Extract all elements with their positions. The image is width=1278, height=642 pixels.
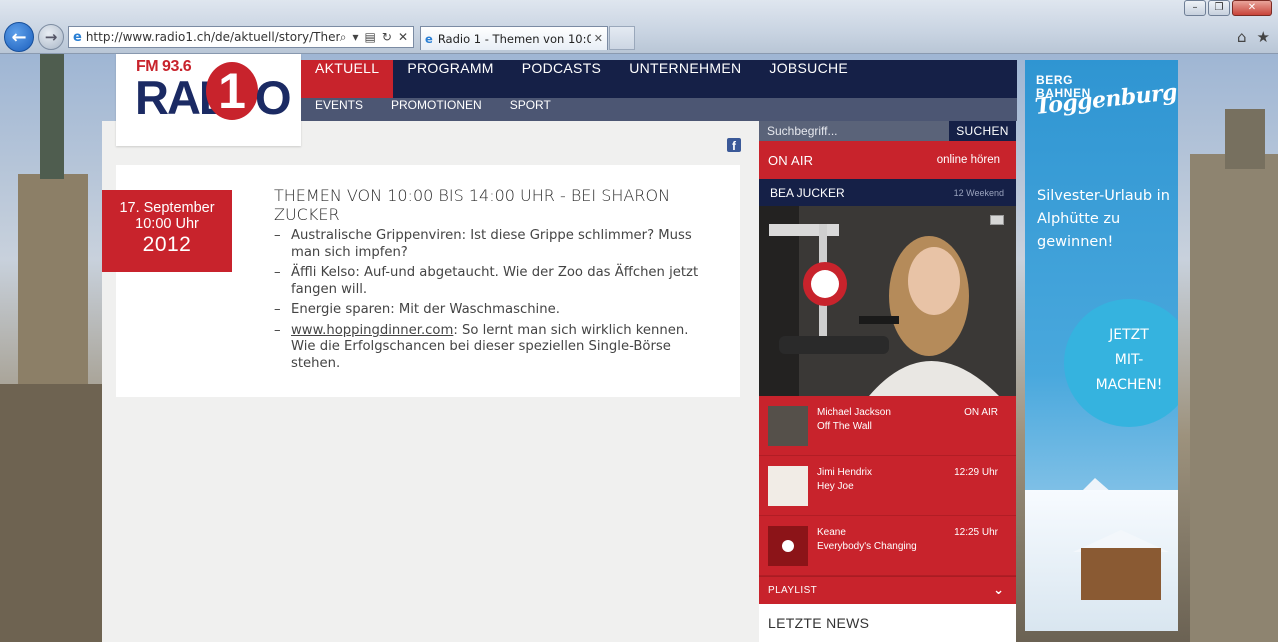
subnav-item-promotionen[interactable]: PROMOTIONEN bbox=[377, 98, 496, 121]
new-tab-button[interactable] bbox=[609, 26, 635, 50]
nav-item-programm[interactable]: PROGRAMM bbox=[393, 60, 507, 98]
ad-cta-line: JETZT bbox=[1109, 327, 1149, 343]
ad-cta-button[interactable]: JETZT MIT- MACHEN! bbox=[1064, 299, 1178, 427]
subnav-item-sport[interactable]: SPORT bbox=[496, 98, 565, 121]
album-cover-image bbox=[768, 526, 808, 566]
tab-title: Radio 1 - Themen von 10:0... bbox=[437, 31, 591, 46]
track-title: Everybody's Changing bbox=[817, 541, 917, 552]
forward-arrow-icon[interactable]: → bbox=[38, 24, 64, 50]
on-air-label: ON AIR bbox=[768, 152, 814, 168]
album-cover-image bbox=[768, 406, 808, 446]
sub-nav: EVENTS PROMOTIONEN SPORT bbox=[301, 98, 1017, 121]
list-item: www.hoppingdinner.com: So lernt man sich… bbox=[274, 323, 714, 373]
nav-item-podcasts[interactable]: PODCASTS bbox=[508, 60, 615, 98]
nav-item-aktuell[interactable]: AKTUELL bbox=[301, 60, 394, 98]
ie-icon: e bbox=[425, 31, 433, 46]
show-name: 12 Weekend bbox=[953, 187, 1004, 198]
track-artist: Michael Jackson bbox=[817, 407, 891, 418]
playlist: Michael Jackson Off The Wall ON AIR Jimi… bbox=[759, 396, 1016, 576]
church-spire-left bbox=[40, 54, 64, 179]
stop-icon[interactable]: ✕ bbox=[398, 30, 408, 45]
playlist-toggle[interactable]: PLAYLIST ⌄ bbox=[759, 576, 1016, 604]
mail-icon[interactable] bbox=[990, 215, 1004, 225]
track-time: ON AIR bbox=[964, 407, 998, 418]
ie-icon: e bbox=[73, 29, 82, 45]
track-title: Off The Wall bbox=[817, 421, 872, 432]
compat-icon[interactable]: ▤ bbox=[365, 30, 376, 45]
logo-o: O bbox=[255, 71, 292, 124]
hoppingdinner-link[interactable]: www.hoppingdinner.com bbox=[291, 323, 453, 338]
ad-banner[interactable]: BERG BAHNEN Toggenburg Silvester-Urlaub … bbox=[1025, 60, 1178, 631]
listen-online-link[interactable]: online hören bbox=[937, 154, 1000, 166]
search-row: SUCHEN bbox=[759, 121, 1016, 141]
date-badge: 17. September 10:00 Uhr 2012 bbox=[102, 190, 232, 272]
ad-cta-line: MIT- bbox=[1114, 352, 1144, 368]
buildings-left bbox=[0, 384, 102, 642]
track-title: Hey Joe bbox=[817, 481, 854, 492]
playlist-track[interactable]: Michael Jackson Off The Wall ON AIR bbox=[759, 396, 1016, 456]
radio1-site: FM 93.6 RAD 1 O AKTUELL PROGRAMM PODCAST… bbox=[102, 54, 1017, 642]
browser-tab[interactable]: e Radio 1 - Themen von 10:0... ✕ bbox=[420, 26, 608, 50]
album-cover-image bbox=[768, 466, 808, 506]
search-button[interactable]: SUCHEN bbox=[949, 121, 1016, 141]
host-bar: BEA JUCKER 12 Weekend bbox=[759, 179, 1016, 206]
browser-right-icons: ⌂ ★ bbox=[1237, 28, 1270, 46]
nav-item-unternehmen[interactable]: UNTERNEHMEN bbox=[615, 60, 755, 98]
host-photo-illustration bbox=[759, 206, 1016, 396]
home-icon[interactable]: ⌂ bbox=[1237, 28, 1247, 46]
browser-chrome: – ❐ ✕ ← → e http://www.radio1.ch/de/aktu… bbox=[0, 0, 1278, 54]
list-item: Energie sparen: Mit der Waschmaschine. bbox=[274, 302, 714, 319]
playlist-track[interactable]: Keane Everybody's Changing 12:25 Uhr bbox=[759, 516, 1016, 576]
track-artist: Keane bbox=[817, 527, 846, 538]
url-text[interactable]: http://www.radio1.ch/de/aktuell/story/Th… bbox=[86, 30, 340, 44]
dropdown-icon[interactable]: ▾ bbox=[353, 30, 359, 45]
list-item: Äffli Kelso: Auf-und abgetaucht. Wie der… bbox=[274, 265, 714, 298]
back-arrow-icon[interactable]: ← bbox=[4, 22, 34, 52]
main-nav: AKTUELL PROGRAMM PODCASTS UNTERNEHMEN JO… bbox=[301, 60, 1017, 98]
date-day-month: 17. September bbox=[119, 200, 215, 216]
radio1-logo[interactable]: FM 93.6 RAD 1 O bbox=[116, 54, 301, 146]
ad-headline: Silvester-Urlaub in Alphütte zu gewinnen… bbox=[1037, 188, 1170, 250]
ad-hut bbox=[1081, 548, 1161, 600]
nav-item-jobsuche[interactable]: JOBSUCHE bbox=[755, 60, 862, 98]
topic-text: Australische Grippenviren: Ist diese Gri… bbox=[291, 228, 692, 260]
article-topic-list: Australische Grippenviren: Ist diese Gri… bbox=[274, 228, 714, 376]
right-sidebar: SUCHEN ON AIR online hören BEA JUCKER 12… bbox=[759, 121, 1016, 642]
host-photo bbox=[759, 206, 1016, 396]
track-time: 12:29 Uhr bbox=[954, 467, 998, 478]
article-title: THEMEN VON 10:00 BIS 14:00 UHR - BEI SHA… bbox=[274, 186, 671, 224]
list-item: Australische Grippenviren: Ist diese Gri… bbox=[274, 228, 714, 261]
close-window-button[interactable]: ✕ bbox=[1232, 0, 1272, 16]
favorites-star-icon[interactable]: ★ bbox=[1257, 28, 1270, 46]
close-tab-icon[interactable]: ✕ bbox=[594, 32, 603, 45]
topic-text: Energie sparen: Mit der Waschmaschine. bbox=[291, 302, 560, 317]
search-input[interactable] bbox=[759, 121, 949, 141]
address-tools: ⌕ ▾ ▤ ↻ ✕ bbox=[340, 30, 413, 45]
latest-news-header[interactable]: LETZTE NEWS bbox=[759, 604, 1016, 642]
playlist-track[interactable]: Jimi Hendrix Hey Joe 12:29 Uhr bbox=[759, 456, 1016, 516]
maximize-button[interactable]: ❐ bbox=[1208, 0, 1230, 16]
window-controls: – ❐ ✕ bbox=[1184, 0, 1272, 16]
track-time: 12:25 Uhr bbox=[954, 527, 998, 538]
address-bar[interactable]: e http://www.radio1.ch/de/aktuell/story/… bbox=[68, 26, 414, 48]
subnav-item-events[interactable]: EVENTS bbox=[301, 98, 377, 121]
vinyl-icon bbox=[782, 540, 794, 552]
refresh-icon[interactable]: ↻ bbox=[382, 30, 392, 45]
buildings-right bbox=[1190, 154, 1278, 642]
track-artist: Jimi Hendrix bbox=[817, 467, 873, 478]
on-air-bar: ON AIR online hören bbox=[759, 141, 1016, 179]
ad-cta-line: MACHEN! bbox=[1095, 377, 1163, 393]
search-icon[interactable]: ⌕ bbox=[340, 30, 347, 45]
playlist-label: PLAYLIST bbox=[768, 585, 818, 596]
facebook-icon[interactable]: f bbox=[727, 138, 741, 153]
logo-one: 1 bbox=[206, 62, 258, 120]
date-year: 2012 bbox=[142, 233, 192, 256]
tower-right bbox=[1225, 109, 1265, 169]
minimize-button[interactable]: – bbox=[1184, 0, 1206, 16]
date-time: 10:00 Uhr bbox=[135, 216, 199, 232]
host-name: BEA JUCKER bbox=[770, 185, 845, 200]
topic-text: Äffli Kelso: Auf-und abgetaucht. Wie der… bbox=[291, 265, 699, 297]
chevron-down-icon: ⌄ bbox=[993, 583, 1004, 598]
